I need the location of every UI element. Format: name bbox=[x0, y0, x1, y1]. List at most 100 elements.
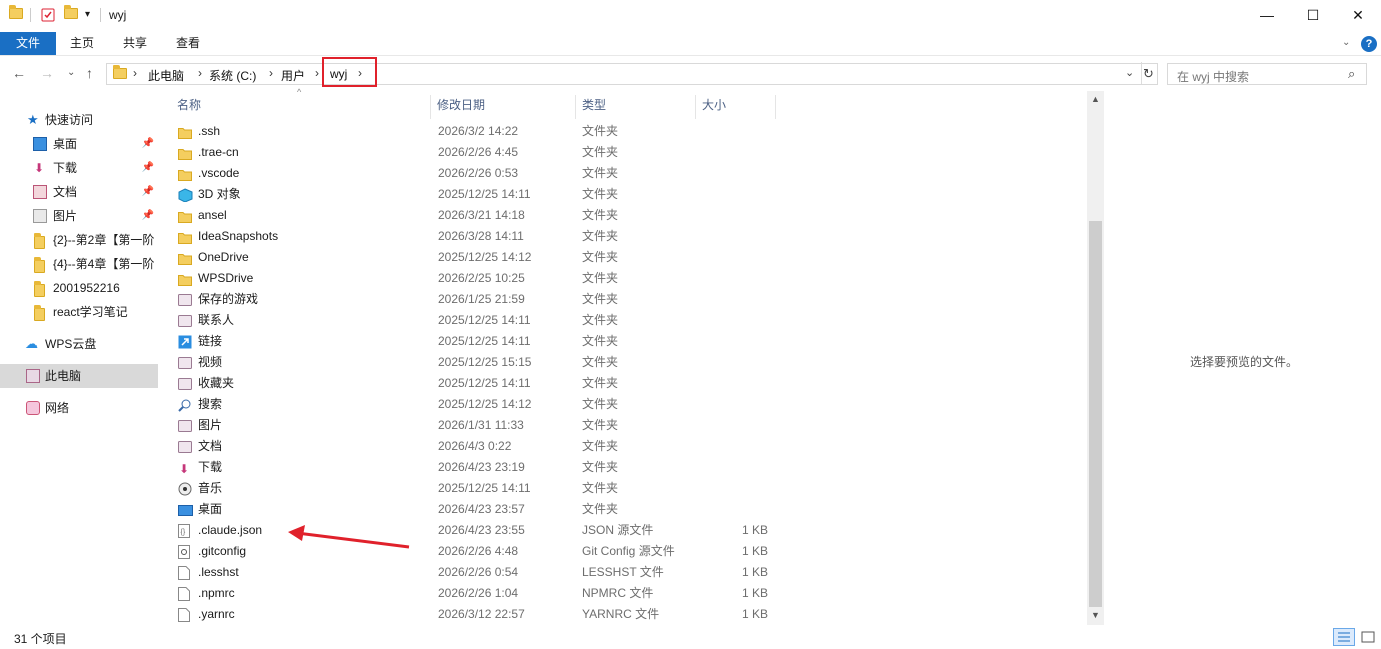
breadcrumb-c-drive[interactable]: 系统 (C:) bbox=[209, 67, 256, 84]
nav-item-folder[interactable]: {2}--第2章【第一阶 bbox=[0, 228, 158, 252]
table-row[interactable]: .yarnrc 2026/3/12 22:57 YARNRC 文件 1 KB bbox=[175, 604, 1055, 625]
pin-icon[interactable]: 📌 bbox=[142, 204, 154, 228]
table-row[interactable]: .trae-cn 2026/2/26 4:45 文件夹 bbox=[175, 142, 1055, 163]
sort-ascending-icon: ^ bbox=[297, 87, 302, 97]
pictures-icon bbox=[33, 209, 47, 223]
help-icon[interactable]: ? bbox=[1361, 36, 1377, 52]
table-row[interactable]: 文档 2026/4/3 0:22 文件夹 bbox=[175, 436, 1055, 457]
large-icons-view-icon[interactable] bbox=[1359, 628, 1377, 646]
expand-ribbon-icon[interactable]: ⌄ bbox=[1342, 37, 1350, 48]
nav-quick-access[interactable]: ★ 快速访问 bbox=[0, 108, 158, 132]
pin-icon[interactable]: 📌 bbox=[142, 156, 154, 180]
table-row[interactable]: 视频 2025/12/25 15:15 文件夹 bbox=[175, 352, 1055, 373]
table-row[interactable]: 联系人 2025/12/25 14:11 文件夹 bbox=[175, 310, 1055, 331]
chevron-right-icon[interactable]: › bbox=[198, 66, 202, 80]
table-row[interactable]: .npmrc 2026/2/26 1:04 NPMRC 文件 1 KB bbox=[175, 583, 1055, 604]
nav-wps-cloud[interactable]: ☁ WPS云盘 bbox=[0, 332, 158, 356]
close-button[interactable]: ✕ bbox=[1335, 0, 1381, 30]
maximize-button[interactable]: ☐ bbox=[1290, 0, 1336, 30]
file-date: 2026/2/25 10:25 bbox=[438, 271, 525, 285]
table-row[interactable]: 链接 2025/12/25 14:11 文件夹 bbox=[175, 331, 1055, 352]
table-row[interactable]: IdeaSnapshots 2026/3/28 14:11 文件夹 bbox=[175, 226, 1055, 247]
scroll-down-icon[interactable]: ▼ bbox=[1091, 610, 1100, 620]
pin-icon[interactable]: 📌 bbox=[142, 132, 154, 156]
svg-text:⬇: ⬇ bbox=[179, 462, 189, 475]
new-folder-icon[interactable] bbox=[64, 5, 78, 22]
nav-label: 图片 bbox=[53, 209, 78, 223]
chevron-right-icon[interactable]: › bbox=[269, 66, 273, 80]
nav-item-downloads[interactable]: ⬇ 下载 📌 bbox=[0, 156, 158, 180]
file-type: 文件夹 bbox=[582, 229, 619, 243]
nav-network[interactable]: 网络 bbox=[0, 396, 158, 420]
pin-icon[interactable]: 📌 bbox=[142, 180, 154, 204]
file-date: 2026/2/26 4:48 bbox=[438, 544, 519, 558]
nav-item-folder[interactable]: 2001952216 bbox=[0, 276, 158, 300]
table-row[interactable]: 保存的游戏 2026/1/25 21:59 文件夹 bbox=[175, 289, 1055, 310]
search-placeholder: 在 wyj 中搜索 bbox=[1177, 70, 1250, 84]
column-header-type[interactable]: 类型 bbox=[582, 91, 606, 119]
file-name: IdeaSnapshots bbox=[198, 229, 279, 243]
file-size: 1 KB bbox=[741, 565, 768, 579]
up-icon[interactable]: ↑ bbox=[86, 65, 93, 81]
search-input[interactable]: 在 wyj 中搜索 ⌕ bbox=[1167, 63, 1367, 85]
nav-item-desktop[interactable]: 桌面 📌 bbox=[0, 132, 158, 156]
tab-file[interactable]: 文件 bbox=[0, 32, 56, 55]
divider bbox=[30, 8, 31, 22]
scroll-up-icon[interactable]: ▲ bbox=[1091, 94, 1100, 104]
refresh-icon[interactable]: ↻ bbox=[1143, 66, 1154, 82]
nav-item-folder[interactable]: {4}--第4章【第一阶 bbox=[0, 252, 158, 276]
nav-item-documents[interactable]: 文档 📌 bbox=[0, 180, 158, 204]
table-row[interactable]: 收藏夹 2025/12/25 14:11 文件夹 bbox=[175, 373, 1055, 394]
nav-this-pc[interactable]: 此电脑 bbox=[0, 364, 158, 388]
item-count: 31 个项目 bbox=[14, 632, 67, 646]
table-row[interactable]: ⬇ 下载 2026/4/23 23:19 文件夹 bbox=[175, 457, 1055, 478]
nav-item-pictures[interactable]: 图片 📌 bbox=[0, 204, 158, 228]
search-icon[interactable]: ⌕ bbox=[1348, 66, 1355, 82]
pictures-icon bbox=[178, 419, 192, 432]
details-view-icon[interactable] bbox=[1333, 628, 1355, 646]
properties-icon[interactable] bbox=[41, 8, 55, 22]
column-header-name[interactable]: 名称 bbox=[177, 91, 201, 119]
table-row[interactable]: .ssh 2026/3/2 14:22 文件夹 bbox=[175, 121, 1055, 142]
column-header-date[interactable]: 修改日期 bbox=[437, 91, 485, 119]
scrollbar-thumb[interactable] bbox=[1089, 221, 1102, 607]
folder-icon bbox=[178, 146, 192, 160]
table-row[interactable]: 3D 对象 2025/12/25 14:11 文件夹 bbox=[175, 184, 1055, 205]
recent-locations-icon[interactable]: ⌄ bbox=[67, 67, 75, 78]
file-type: JSON 源文件 bbox=[582, 523, 654, 537]
forward-icon[interactable]: → bbox=[40, 65, 54, 81]
minimize-button[interactable]: — bbox=[1244, 0, 1290, 30]
column-divider[interactable] bbox=[775, 95, 776, 119]
column-divider[interactable] bbox=[430, 95, 431, 119]
nav-item-folder[interactable]: react学习笔记 bbox=[0, 300, 158, 324]
table-row[interactable]: 音乐 2025/12/25 14:11 文件夹 bbox=[175, 478, 1055, 499]
column-divider[interactable] bbox=[695, 95, 696, 119]
column-divider[interactable] bbox=[575, 95, 576, 119]
file-name: 搜索 bbox=[198, 397, 223, 411]
address-dropdown-icon[interactable]: ⌄ bbox=[1125, 66, 1134, 79]
vertical-scrollbar[interactable]: ▲ ▼ bbox=[1087, 91, 1104, 625]
tab-home[interactable]: 主页 bbox=[60, 32, 104, 55]
file-date: 2026/4/3 0:22 bbox=[438, 439, 512, 453]
title-bar: ▾ wyj — ☐ ✕ bbox=[0, 0, 1381, 32]
address-bar[interactable]: › 此电脑 › 系统 (C:) › 用户 › wyj › ⌄ ↻ bbox=[106, 62, 1158, 85]
chevron-right-icon[interactable]: › bbox=[133, 66, 137, 80]
chevron-right-icon[interactable]: › bbox=[315, 66, 319, 80]
back-icon[interactable]: ← bbox=[12, 65, 26, 81]
folder-icon bbox=[34, 281, 45, 300]
table-row[interactable]: 桌面 2026/4/23 23:57 文件夹 bbox=[175, 499, 1055, 520]
file-name: 保存的游戏 bbox=[198, 292, 259, 306]
tab-view[interactable]: 查看 bbox=[166, 32, 210, 55]
column-header-size[interactable]: 大小 bbox=[702, 91, 726, 119]
table-row[interactable]: WPSDrive 2026/2/25 10:25 文件夹 bbox=[175, 268, 1055, 289]
table-row[interactable]: .lesshst 2026/2/26 0:54 LESSHST 文件 1 KB bbox=[175, 562, 1055, 583]
table-row[interactable]: OneDrive 2025/12/25 14:12 文件夹 bbox=[175, 247, 1055, 268]
table-row[interactable]: 搜索 2025/12/25 14:12 文件夹 bbox=[175, 394, 1055, 415]
customize-toolbar-icon[interactable]: ▾ bbox=[85, 9, 90, 20]
tab-share[interactable]: 共享 bbox=[113, 32, 157, 55]
table-row[interactable]: .vscode 2026/2/26 0:53 文件夹 bbox=[175, 163, 1055, 184]
breadcrumb-users[interactable]: 用户 bbox=[281, 67, 305, 84]
table-row[interactable]: 图片 2026/1/31 11:33 文件夹 bbox=[175, 415, 1055, 436]
table-row[interactable]: ansel 2026/3/21 14:18 文件夹 bbox=[175, 205, 1055, 226]
breadcrumb-this-pc[interactable]: 此电脑 bbox=[148, 67, 184, 84]
